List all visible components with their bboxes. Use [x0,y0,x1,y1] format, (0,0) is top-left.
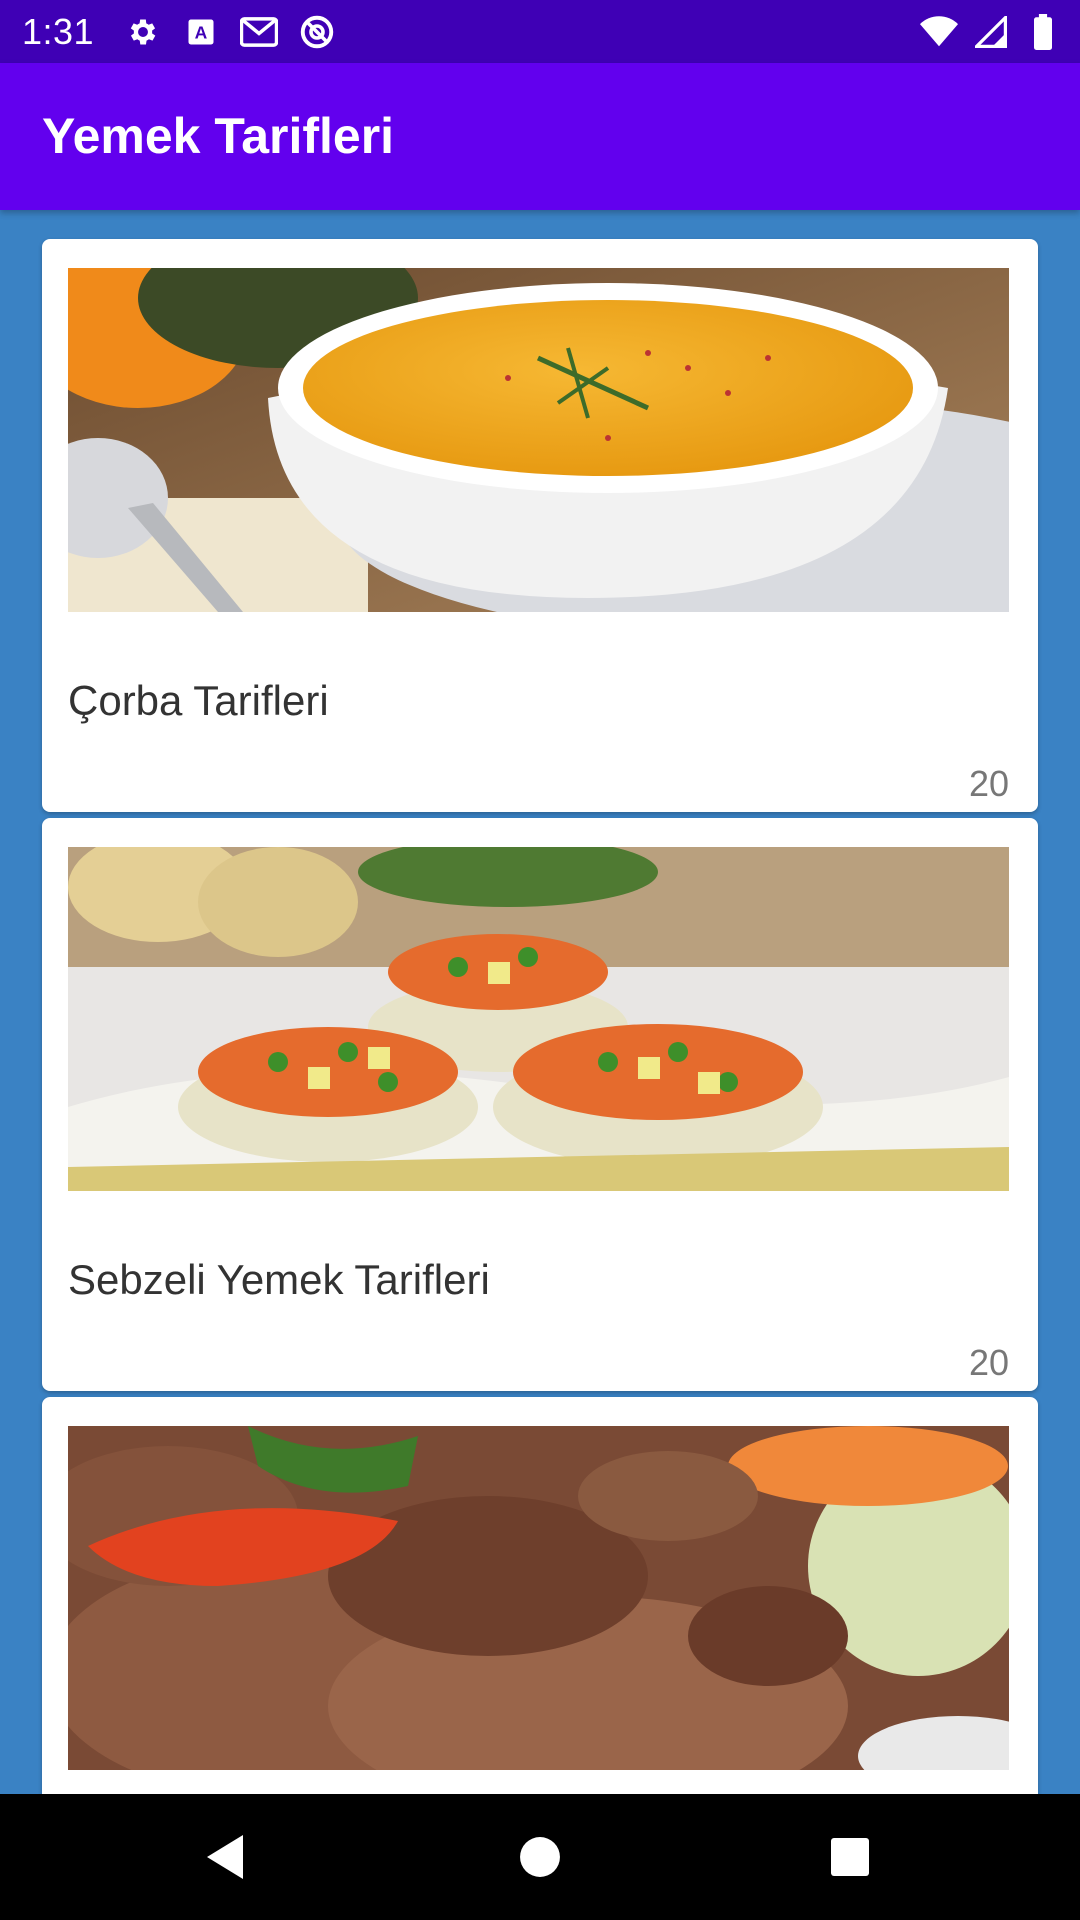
category-card[interactable] [42,1397,1038,1794]
soup-bowl-image [68,268,1009,612]
battery-icon [1024,13,1062,51]
category-card[interactable]: Çorba Tarifleri 20 [42,239,1038,812]
meat-dish-image [68,1426,1009,1770]
category-list[interactable]: Çorba Tarifleri 20 Sebzeli Yemek Tarifle… [0,210,1080,1794]
svg-text:A: A [195,22,208,42]
category-title: Sebzeli Yemek Tarifleri [68,1256,490,1303]
signal-icon [972,13,1010,51]
category-title: Çorba Tarifleri [68,677,329,724]
status-bar: 1:31 A [0,0,1080,63]
gear-icon [124,13,162,51]
vegetable-dish-image [68,847,1009,1191]
navigation-bar [0,1794,1080,1920]
recipe-count: 20 [968,1342,1009,1383]
status-time: 1:31 [22,10,95,52]
font-a-icon: A [182,13,220,51]
recents-square-icon[interactable] [790,1794,910,1920]
circle-at-icon [298,13,336,51]
gmail-icon [240,13,279,51]
recipe-count: 20 [968,763,1009,804]
home-circle-icon[interactable] [480,1794,600,1920]
wifi-icon [920,13,958,51]
app-title: Yemek Tarifleri [42,108,395,164]
app-bar: Yemek Tarifleri [0,63,1080,210]
back-triangle-icon[interactable] [165,1794,285,1920]
category-card[interactable]: Sebzeli Yemek Tarifleri 20 [42,818,1038,1391]
